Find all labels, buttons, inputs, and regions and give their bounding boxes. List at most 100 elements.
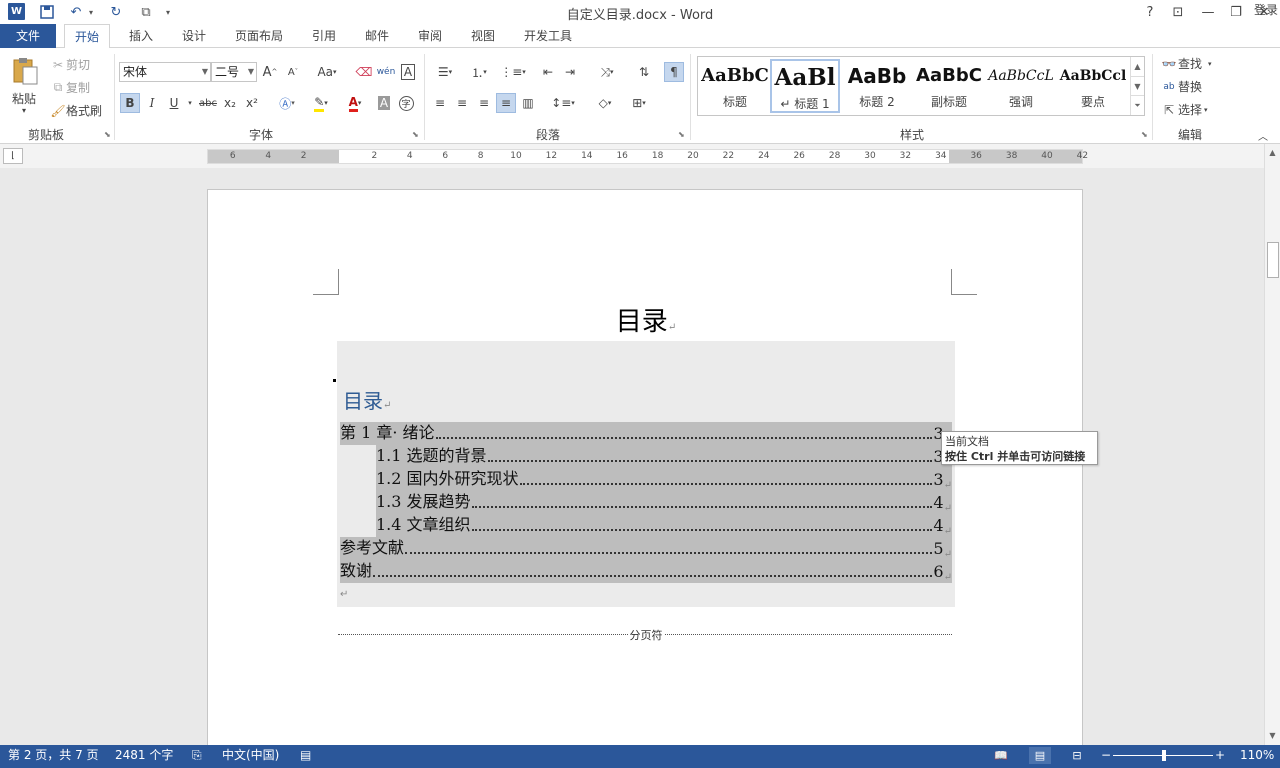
tab-file[interactable]: 文件 (0, 24, 56, 48)
justify-icon[interactable]: ≡ (496, 93, 516, 113)
collapse-ribbon-icon[interactable]: ︿ (1258, 128, 1268, 143)
paragraph-launcher-icon[interactable]: ⬊ (678, 130, 685, 139)
shading-button[interactable]: ◇ ▾ (590, 93, 620, 113)
document-heading[interactable]: 目录↵ (208, 301, 1084, 338)
show-formatting-marks-icon[interactable]: ¶ (664, 62, 684, 82)
paste-icon[interactable] (10, 56, 42, 86)
sort-icon[interactable]: ⇅ (634, 62, 654, 82)
tab-references[interactable]: 引用 (302, 24, 346, 48)
character-border-button[interactable]: A (398, 62, 418, 82)
grow-font-button[interactable]: A ^ (260, 62, 280, 82)
style-subtitle[interactable]: AaBbC 副标题 (914, 59, 984, 113)
cut-button[interactable]: ✂ 剪切 (50, 56, 90, 73)
ruler-number: 26 (793, 151, 805, 161)
tab-home[interactable]: 开始 (64, 24, 111, 49)
line-spacing-button[interactable]: ↕≡ ▾ (548, 93, 578, 113)
numbering-button[interactable]: ⒈ ▾ (464, 62, 494, 82)
tab-layout[interactable]: 页面布局 (225, 24, 293, 48)
distributed-icon[interactable]: ▥ (518, 93, 538, 113)
tab-view[interactable]: 视图 (461, 24, 505, 48)
superscript-button[interactable]: x² (242, 93, 262, 113)
gallery-up-icon[interactable]: ▲ (1130, 57, 1144, 76)
style-heading-2[interactable]: AaBb 标题 2 (842, 59, 912, 113)
scroll-down-icon[interactable]: ▼ (1265, 729, 1280, 743)
help-button[interactable]: ? (1138, 2, 1162, 22)
clear-formatting-icon[interactable]: ⌫ (354, 62, 374, 82)
font-color-button[interactable]: A ▾ (340, 93, 370, 113)
format-painter-button[interactable]: 🖌 格式刷 (50, 102, 102, 119)
borders-button[interactable]: ⊞ ▾ (624, 93, 654, 113)
style-emphasis[interactable]: AaBbCcL 强调 (986, 59, 1056, 113)
align-right-icon[interactable]: ≡ (474, 93, 494, 113)
scroll-up-icon[interactable]: ▲ (1265, 146, 1280, 160)
style-strong[interactable]: AaBbCcl 要点 (1058, 59, 1128, 113)
styles-launcher-icon[interactable]: ⬊ (1141, 130, 1148, 139)
tab-review[interactable]: 审阅 (408, 24, 452, 48)
toc-entry[interactable]: 1.4 文章组织 4 ↵ (376, 514, 952, 537)
highlight-button[interactable]: ✎ ▾ (306, 93, 336, 113)
multilevel-list-button[interactable]: ⋮≡ ▾ (498, 62, 528, 82)
print-layout-icon[interactable]: ▤ (1029, 747, 1051, 764)
replace-button[interactable]: ab 替换 (1160, 78, 1202, 95)
login-link[interactable]: 登录 (1254, 0, 1278, 20)
horizontal-ruler[interactable]: 6 4 2 2 4 6 8 10 12 14 16 18 20 22 24 26 28 30 32 34 36 38 40 4… (207, 149, 1088, 164)
proofing-icon[interactable]: ⎘ (192, 745, 202, 766)
tab-selector-button[interactable]: ⌊ (3, 148, 23, 164)
web-layout-icon[interactable]: ⊟ (1066, 747, 1088, 764)
copy-button[interactable]: ⧉ 复制 (50, 79, 90, 96)
zoom-level[interactable]: 110% (1240, 745, 1274, 766)
font-size-combo[interactable]: 二号 ▼ (211, 62, 257, 82)
bold-button[interactable]: B (120, 93, 140, 113)
align-left-icon[interactable]: ≡ (430, 93, 450, 113)
clipboard-launcher-icon[interactable]: ⬊ (104, 130, 111, 139)
toc-content-control[interactable]: 目录↵ 第 1 章· 绪论3↵1.1 选题的背景3↵1.2 国内外研究现状3↵1… (333, 341, 955, 607)
page-count[interactable]: 第 2 页，共 7 页 (8, 745, 99, 766)
read-mode-icon[interactable]: 📖 (990, 747, 1012, 764)
paste-dropdown-icon[interactable]: ▾ (22, 106, 26, 115)
align-center-icon[interactable]: ≡ (452, 93, 472, 113)
tab-mailings[interactable]: 邮件 (355, 24, 399, 48)
font-name-combo[interactable]: 宋体 ▼ (119, 62, 211, 82)
zoom-slider-thumb[interactable] (1162, 750, 1166, 761)
ribbon-display-options-icon[interactable]: ⊡ (1166, 2, 1190, 22)
text-effects-button[interactable]: Ⓐ ▾ (272, 93, 302, 113)
tab-developer[interactable]: 开发工具 (514, 24, 582, 48)
tab-insert[interactable]: 插入 (119, 24, 163, 48)
style-heading-1[interactable]: AaBl ↵ 标题 1 (770, 59, 840, 113)
change-case-button[interactable]: Aa ▾ (312, 62, 342, 82)
vertical-scrollbar[interactable]: ▲ ▼ (1264, 144, 1280, 745)
underline-button[interactable]: U (164, 93, 184, 113)
chinese-layout-button[interactable]: ⤨ ▾ (592, 62, 622, 82)
character-shading-button[interactable]: A (374, 93, 394, 113)
select-button[interactable]: ⇱ 选择 ▾ (1160, 101, 1208, 118)
scroll-thumb[interactable] (1267, 242, 1279, 278)
minimize-icon[interactable]: — (1196, 2, 1220, 22)
zoom-in-icon[interactable]: + (1215, 745, 1225, 766)
macro-recording-icon[interactable]: ▤ (300, 745, 311, 766)
bullets-button[interactable]: ☰ ▾ (430, 62, 460, 82)
italic-button[interactable]: I (142, 93, 162, 113)
word-count[interactable]: 2481 个字 (115, 745, 173, 766)
phonetic-guide-icon[interactable]: wén (376, 62, 396, 82)
increase-indent-icon[interactable]: ⇥ (560, 62, 580, 82)
shrink-font-button[interactable]: Aˇ (283, 62, 303, 82)
gallery-down-icon[interactable]: ▼ (1130, 76, 1144, 95)
toc-entry[interactable]: 致谢 6 ↵ (340, 560, 952, 583)
tab-design[interactable]: 设计 (172, 24, 216, 48)
paste-button[interactable]: 粘贴 (12, 90, 36, 107)
decrease-indent-icon[interactable]: ⇤ (538, 62, 558, 82)
toc-entry[interactable]: 参考文献 5 ↵ (340, 537, 952, 560)
font-color-icon: A (348, 95, 358, 112)
enclose-characters-button[interactable]: 字 (396, 93, 416, 113)
language[interactable]: 中文(中国) (222, 745, 279, 766)
subscript-button[interactable]: x₂ (220, 93, 240, 113)
style-title[interactable]: AaBbC 标题 (700, 59, 770, 113)
underline-dropdown-icon[interactable]: ▾ (184, 93, 196, 113)
zoom-out-icon[interactable]: − (1101, 745, 1111, 766)
strikethrough-button[interactable]: abc (198, 93, 218, 113)
font-launcher-icon[interactable]: ⬊ (412, 130, 419, 139)
restore-icon[interactable]: ❐ (1224, 2, 1248, 22)
gallery-more-icon[interactable]: ⏷ (1130, 95, 1144, 115)
find-button[interactable]: 👓 查找 ▾ (1160, 55, 1212, 72)
toc-title[interactable]: 目录↵ (343, 385, 391, 414)
